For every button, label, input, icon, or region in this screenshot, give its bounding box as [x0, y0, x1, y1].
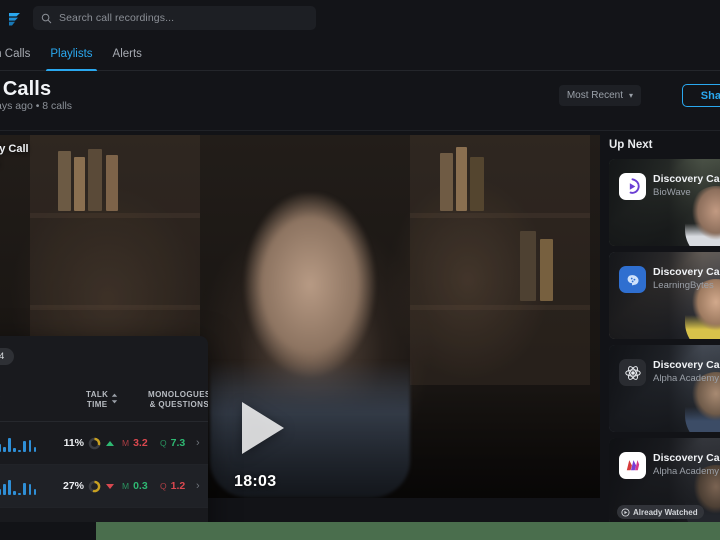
monologue-label: M: [122, 481, 130, 491]
talk-time-percent: 27%: [62, 480, 84, 492]
column-header-line2: TIME: [86, 399, 108, 409]
up-next-card[interactable]: Discovery Call LearningBytes: [609, 252, 720, 339]
watched-clock-icon: [621, 507, 630, 517]
card-text: Discovery Call Alpha Academy: [653, 452, 720, 477]
search-bar[interactable]: [33, 6, 316, 30]
trend-up-icon: [106, 440, 114, 446]
column-header-talk-time[interactable]: TALK TIME: [86, 390, 118, 410]
book: [456, 147, 467, 211]
shelf-divider-1: [30, 213, 200, 218]
card-text: Discovery Call Alpha Academy: [653, 359, 720, 384]
learningbytes-logo-icon: [619, 266, 646, 293]
column-header-monologues-questions: MONOLOGUES & QUESTIONS: [148, 390, 208, 410]
up-next-card[interactable]: Discovery Call BioWave: [609, 159, 720, 246]
sort-icon: [111, 393, 118, 407]
tab-team-calls[interactable]: m Calls: [0, 38, 40, 71]
shelf-divider-2: [410, 213, 590, 218]
column-header-line1: MONOLOGUES: [148, 389, 208, 399]
up-next-panel: Up Next Discovery Call BioWave Discovery…: [600, 131, 720, 525]
card-title: Discovery Call: [653, 452, 720, 464]
monologue-label: M: [122, 438, 130, 448]
main-tabs: m Calls Playlists Alerts: [0, 38, 720, 71]
chevron-right-icon[interactable]: ›: [196, 480, 200, 492]
up-next-title: Up Next: [609, 139, 653, 151]
page-title: y Calls: [0, 78, 52, 100]
card-title: Discovery Call: [653, 359, 720, 371]
already-watched-badge: Already Watched: [617, 505, 704, 519]
card-company: BioWave: [653, 187, 691, 198]
question-metric: Q 1.2: [160, 480, 185, 492]
table-row[interactable]: 927%M0.3Q1.2›: [0, 465, 208, 508]
question-value: 7.3: [170, 437, 186, 449]
talk-time-percent: 11%: [63, 437, 84, 449]
card-company: LearningBytes: [653, 280, 714, 291]
talk-time-donut: [88, 437, 101, 450]
question-value: 1.2: [170, 480, 186, 492]
book: [58, 151, 71, 211]
card-title: Discovery Call: [653, 173, 720, 185]
recent-calls-sparkline: [0, 434, 37, 452]
video-call-label: overy Call ionics: [0, 143, 29, 169]
video-call-title: overy Call: [0, 143, 29, 155]
talk-time-donut: [88, 480, 101, 493]
footer-left-block: [0, 522, 96, 540]
book: [470, 157, 484, 211]
page-subtitle: s days ago • 8 calls: [0, 100, 73, 112]
footer-green-strip: [96, 522, 720, 540]
search-icon: [41, 13, 52, 24]
wingman-logo-icon[interactable]: [0, 0, 30, 38]
card-company: Alpha Academy: [653, 373, 720, 384]
monologue-metric: M 0.3: [122, 480, 148, 492]
share-button[interactable]: Shar: [682, 84, 720, 107]
leaderboard-header-row: ECENT CALLS TALK TIME: [0, 378, 208, 422]
monologue-value: 0.3: [133, 480, 148, 492]
video-call-company: ionics: [0, 158, 29, 169]
shelf-divider-3: [30, 305, 200, 310]
table-row[interactable]: 511%M3.2Q7.3›: [0, 422, 208, 465]
column-header-line2: & QUESTIONS: [149, 399, 208, 409]
leaderboard-count-badge: 14: [0, 348, 14, 365]
book: [106, 155, 118, 211]
monologue-metric: M 3.2: [122, 437, 148, 449]
question-metric: Q 7.3: [160, 437, 185, 449]
up-next-card[interactable]: Discovery Call Alpha Academy: [609, 345, 720, 432]
book: [540, 239, 553, 301]
main-stage: 18:03 1x Up Next: [0, 131, 720, 540]
card-title: Discovery Call: [653, 266, 720, 278]
top-bar: [0, 0, 720, 38]
bookshelf-right: [410, 135, 590, 385]
book: [88, 149, 102, 211]
sort-icon: [0, 393, 1, 407]
alpha-academy-logo-icon: [619, 359, 646, 386]
tab-playlists[interactable]: Playlists: [40, 38, 102, 71]
column-header-line1: TALK: [86, 389, 109, 399]
sort-dropdown-label: Most Recent: [566, 90, 623, 101]
trend-down-icon: [106, 483, 114, 489]
column-header-recent-calls[interactable]: ECENT CALLS: [0, 390, 1, 410]
monogram-logo-icon: [619, 452, 646, 479]
book: [440, 153, 453, 211]
monologue-value: 3.2: [133, 437, 148, 449]
search-input[interactable]: [59, 12, 308, 24]
chevron-right-icon[interactable]: ›: [196, 437, 200, 449]
card-text: Discovery Call LearningBytes: [653, 266, 720, 291]
up-next-card[interactable]: Discovery Call Alpha Academy Already Wat…: [609, 438, 720, 525]
leaderboard-overlay: 14 ECENT CALLS TAL: [0, 336, 208, 540]
already-watched-label: Already Watched: [633, 507, 698, 517]
shelf-divider-4: [410, 305, 590, 310]
question-label: Q: [160, 481, 167, 491]
video-timestamp: 18:03: [234, 473, 277, 490]
app-root: m Calls Playlists Alerts y Calls s days …: [0, 0, 720, 540]
book: [74, 157, 85, 211]
tab-alerts[interactable]: Alerts: [103, 38, 152, 71]
card-text: Discovery Call BioWave: [653, 173, 720, 198]
play-icon[interactable]: [236, 399, 288, 457]
book: [520, 231, 536, 301]
recent-calls-sparkline: [0, 477, 37, 495]
question-label: Q: [160, 438, 167, 448]
chevron-down-icon: ▾: [628, 91, 633, 100]
sort-dropdown[interactable]: Most Recent ▾: [558, 85, 641, 106]
card-company: Alpha Academy: [653, 466, 720, 477]
biowave-logo-icon: [619, 173, 646, 200]
